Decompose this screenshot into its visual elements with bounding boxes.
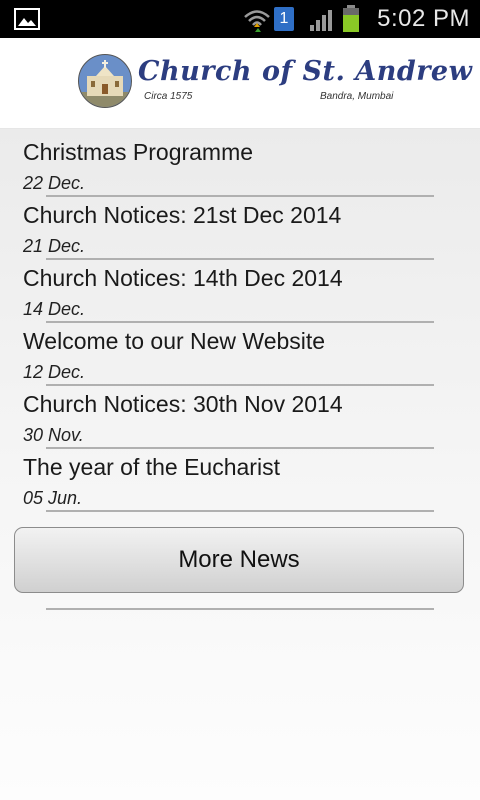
news-date: 30 Nov. [23,425,84,445]
news-item[interactable]: Christmas Programme 22 Dec. [0,129,480,197]
wifi-icon [244,10,270,32]
divider [46,510,434,512]
more-news-button[interactable]: More News [14,527,464,593]
church-name-title: Church of St. Andrew [138,56,473,87]
news-list: Christmas Programme 22 Dec. Church Notic… [0,129,480,800]
news-title: Welcome to our New Website [23,328,326,354]
news-title: Christmas Programme [23,139,254,165]
news-title: The year of the Eucharist [23,454,280,480]
clock: 5:02 PM [377,5,470,32]
image-notification-icon [14,8,40,30]
location-caption: Bandra, Mumbai [320,91,394,102]
news-item[interactable]: Church Notices: 21st Dec 2014 21 Dec. [0,192,480,260]
news-item[interactable]: The year of the Eucharist 05 Jun. [0,444,480,512]
app-header: Church of St. Andrew Circa 1575 Bandra, … [0,38,480,129]
news-date: 22 Dec. [23,173,86,193]
news-date: 14 Dec. [23,299,86,319]
news-title: Church Notices: 14th Dec 2014 [23,265,343,291]
status-bar: 1 5:02 PM [0,0,480,38]
notification-count-badge: 1 [274,7,294,31]
news-item[interactable]: Church Notices: 14th Dec 2014 14 Dec. [0,255,480,323]
news-date: 12 Dec. [23,362,86,382]
signal-icon [310,10,332,31]
circa-caption: Circa 1575 [144,91,193,102]
battery-icon [343,5,359,32]
news-item[interactable]: Welcome to our New Website 12 Dec. [0,318,480,386]
news-date: 05 Jun. [23,488,83,508]
news-title: Church Notices: 21st Dec 2014 [23,202,342,228]
news-date: 21 Dec. [23,236,86,256]
church-logo-icon [78,54,132,108]
news-title: Church Notices: 30th Nov 2014 [23,391,343,417]
news-item[interactable]: Church Notices: 30th Nov 2014 30 Nov. [0,381,480,449]
divider [46,608,434,610]
